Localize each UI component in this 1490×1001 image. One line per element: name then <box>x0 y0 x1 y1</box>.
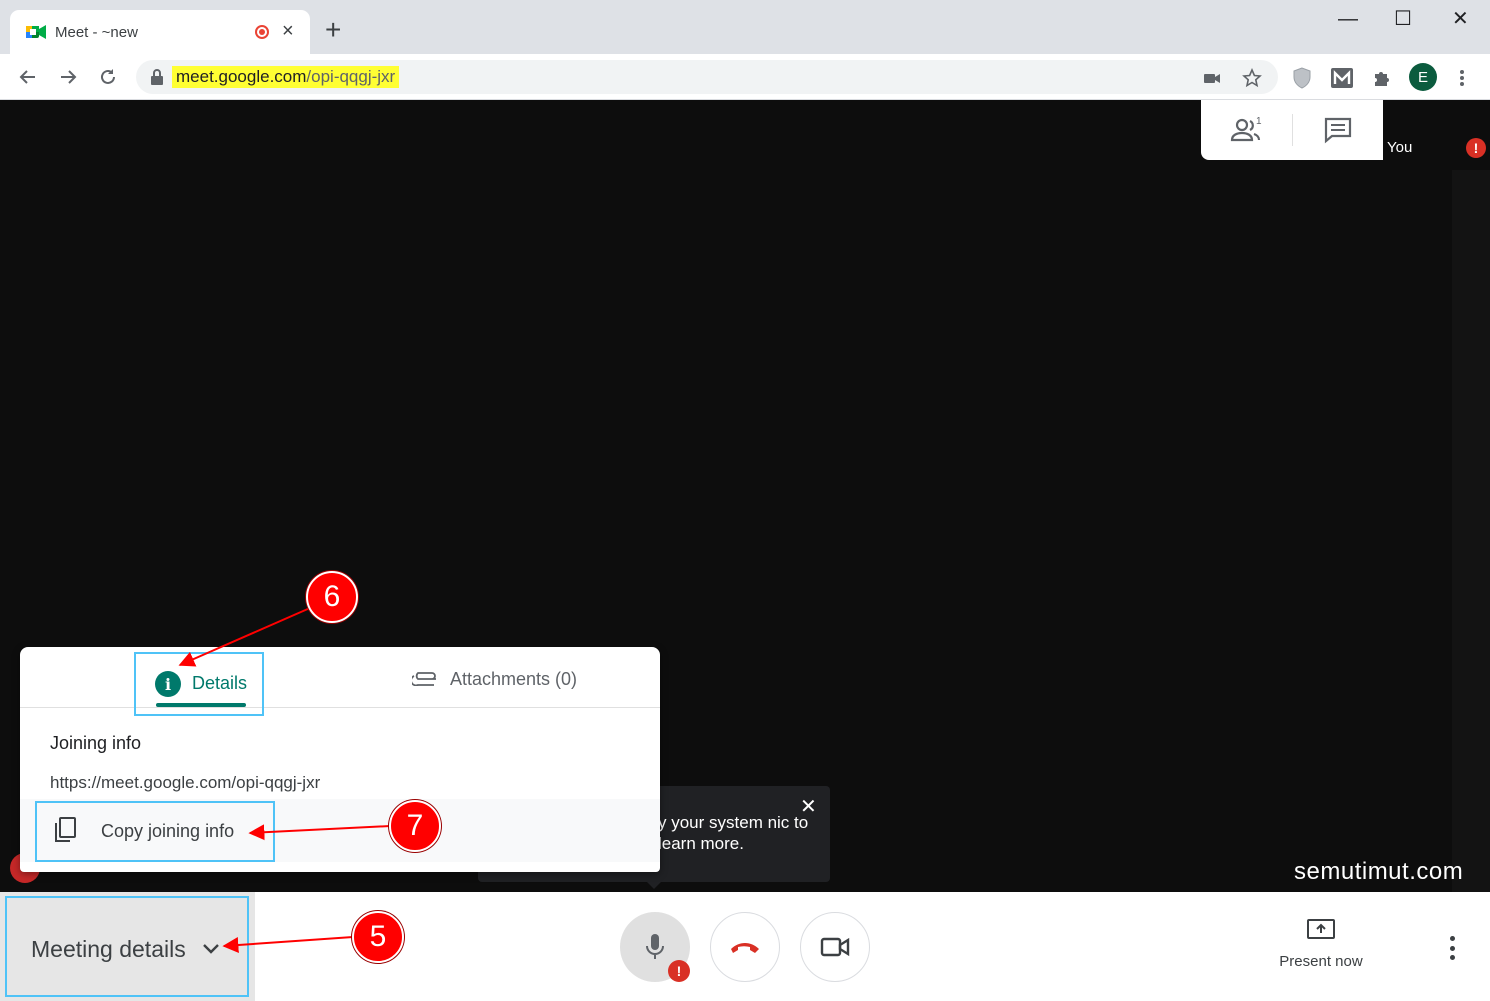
self-video-tile <box>1452 170 1490 892</box>
people-icon: 1 <box>1230 116 1262 142</box>
self-alert-icon[interactable]: ! <box>1466 138 1486 158</box>
present-now-label: Present now <box>1279 953 1363 970</box>
chevron-down-icon <box>203 944 219 954</box>
participants-button[interactable]: 1 <box>1229 114 1263 146</box>
video-camera-icon <box>820 937 850 957</box>
step-marker-7: 7 <box>389 800 441 852</box>
meet-side-panel-buttons: 1 <box>1201 100 1383 160</box>
step-marker-5: 5 <box>352 911 404 963</box>
arrow-left-icon <box>19 70 35 84</box>
paperclip-icon <box>412 672 436 686</box>
active-tab-indicator <box>156 703 246 707</box>
browser-menu-button[interactable] <box>1450 66 1474 90</box>
toast-pointer <box>645 880 663 889</box>
microphone-icon <box>646 934 664 959</box>
url-text: meet.google.com/opi-qqgj-jxr <box>172 66 400 88</box>
info-icon: i <box>155 671 181 697</box>
reload-icon <box>101 69 115 84</box>
camera-in-use-icon[interactable] <box>1202 68 1222 88</box>
tab-details[interactable]: i Details <box>134 652 264 716</box>
meeting-details-label: Meeting details <box>31 936 186 962</box>
mic-alert-icon: ! <box>668 960 690 982</box>
copy-icon <box>55 817 76 842</box>
copy-joining-info-label: Copy joining info <box>101 821 235 841</box>
toast-close-button[interactable]: ✕ <box>800 794 817 819</box>
arrow-right-icon <box>61 70 77 84</box>
browser-toolbar: meet.google.com/opi-qqgj-jxr E <box>0 54 1490 100</box>
copy-joining-info-button[interactable]: Copy joining info <box>35 801 275 862</box>
tab-attachments[interactable]: Attachments (0) <box>412 667 577 691</box>
m-extension-icon[interactable] <box>1330 66 1354 90</box>
tab-attachments-label: Attachments (0) <box>450 668 578 689</box>
new-tab-button[interactable]: + <box>325 16 341 44</box>
lock-icon <box>151 69 163 85</box>
meet-bottom-bar: Meeting details ! Present now <box>0 892 1490 1001</box>
back-button[interactable] <box>14 63 42 91</box>
window-minimize-button[interactable]: — <box>1338 8 1358 30</box>
chat-button[interactable] <box>1321 114 1355 146</box>
url-host: meet.google.com <box>176 67 307 86</box>
dot <box>1449 936 1455 941</box>
present-now-button[interactable]: Present now <box>1268 918 1374 970</box>
watermark: semutimut.com <box>1294 858 1464 885</box>
address-bar[interactable]: meet.google.com/opi-qqgj-jxr <box>136 60 1278 94</box>
forward-button[interactable] <box>54 63 82 91</box>
joining-info-title: Joining info <box>50 733 142 753</box>
hang-up-icon <box>731 943 759 953</box>
dot <box>1449 955 1455 960</box>
tab-title: Meet - ~new <box>55 24 138 41</box>
dot <box>1449 945 1455 951</box>
window-close-button[interactable]: ✕ <box>1452 8 1469 30</box>
tab-close-button[interactable]: × <box>282 20 294 42</box>
browser-tabstrip: Meet - ~new × + — ☐ ✕ <box>0 0 1490 54</box>
recording-indicator-icon <box>255 25 269 39</box>
chat-icon <box>1324 117 1352 144</box>
toast-message: y your system nic to learn more. <box>658 813 809 853</box>
window-maximize-button[interactable]: ☐ <box>1394 8 1412 30</box>
vertical-dots-icon <box>1460 70 1464 86</box>
self-name-label: You <box>1387 139 1413 156</box>
extensions-puzzle-icon[interactable] <box>1370 66 1394 90</box>
meeting-details-popup: i Details Attachments (0) Joining info h… <box>20 647 660 872</box>
leave-call-button[interactable] <box>710 912 780 982</box>
participants-count: 1 <box>1256 116 1262 127</box>
popup-tabs: i Details Attachments (0) <box>20 647 660 716</box>
reload-button[interactable] <box>94 63 122 91</box>
more-options-button[interactable] <box>1440 930 1464 966</box>
side-panel-divider <box>1292 114 1293 146</box>
meeting-details-button[interactable]: Meeting details <box>5 896 249 997</box>
step-marker-6: 6 <box>306 571 358 623</box>
profile-avatar[interactable]: E <box>1409 63 1437 91</box>
screenshot-root: Meet - ~new × + — ☐ ✕ meet.google.com/op… <box>0 0 1490 1001</box>
meet-logo-icon <box>26 25 46 39</box>
bookmark-star-icon[interactable] <box>1242 68 1262 88</box>
present-screen-icon <box>1307 919 1335 939</box>
joining-url: https://meet.google.com/opi-qqgj-jxr <box>50 773 321 792</box>
camera-button[interactable] <box>800 912 870 982</box>
url-path: /opi-qqgj-jxr <box>306 67 396 86</box>
browser-tab-meet[interactable]: Meet - ~new × <box>10 10 310 54</box>
shield-extension-icon[interactable] <box>1290 66 1314 90</box>
tab-details-label: Details <box>192 673 248 693</box>
